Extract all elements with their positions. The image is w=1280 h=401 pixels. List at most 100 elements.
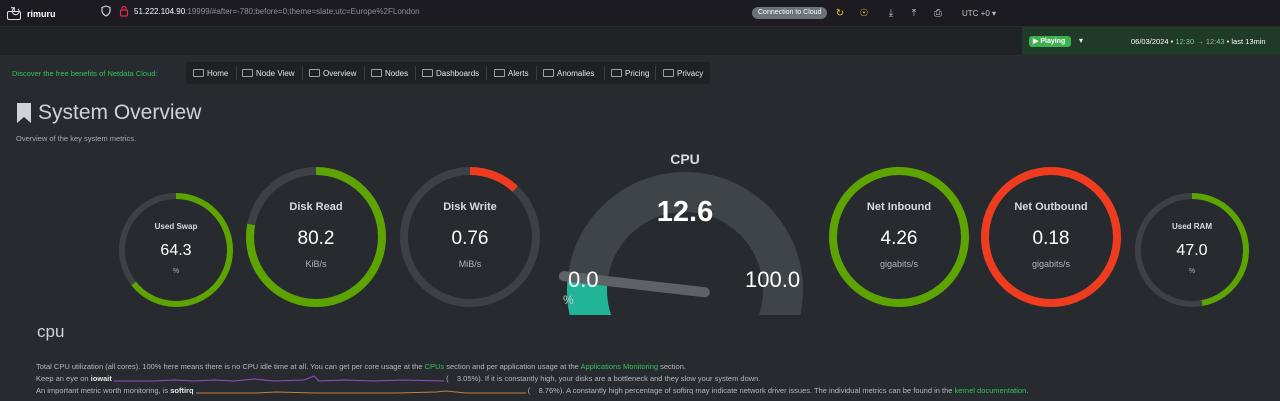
- gauge-unit: gigabits/s: [1031, 259, 1071, 269]
- gauge-disk-write[interactable]: Disk Write 0.76 MiB/s: [400, 167, 540, 307]
- desc-text: Keep an eye on: [36, 374, 91, 383]
- gauge-label: Used RAM: [1171, 222, 1212, 231]
- iowait-value: 3.05%: [456, 374, 479, 383]
- nav-anomalies-label: Anomalies: [557, 69, 595, 78]
- nav-divider: [536, 66, 537, 80]
- nav-anomalies[interactable]: Anomalies: [543, 69, 594, 78]
- gauge-net-outbound[interactable]: Net Outbound 0.18 gigabits/s: [981, 167, 1121, 307]
- desc-text: ). A constantly high percentage of softi…: [559, 386, 955, 395]
- iowait-label: iowait: [90, 374, 112, 383]
- time-range: last 13min: [1231, 37, 1266, 46]
- gauge-used-swap[interactable]: Used Swap 64.3 %: [119, 193, 233, 307]
- bookmark-icon: [17, 103, 31, 123]
- play-status-button[interactable]: ▶ Playing: [1029, 36, 1072, 47]
- gauge-value: 47.0: [1176, 242, 1208, 259]
- anomalies-icon: [543, 69, 554, 77]
- gauge-unit: %: [1188, 268, 1196, 275]
- nav-overview[interactable]: Overview: [309, 69, 356, 78]
- softirq-value: 8.76%: [538, 386, 560, 395]
- nav-privacy[interactable]: Privacy: [663, 69, 703, 78]
- browser-url-bar: ↻ 51.222.104.90:19999/#after=-780;before…: [0, 0, 1280, 26]
- page-subtitle: Overview of the key system metrics.: [16, 134, 137, 143]
- nav-divider: [415, 66, 416, 80]
- applications-monitoring-link[interactable]: Applications Monitoring: [581, 362, 659, 371]
- lightbulb-icon[interactable]: ☉: [857, 7, 871, 21]
- gauge-label: Disk Write: [443, 201, 497, 213]
- cpu-description-line: Total CPU utilization (all cores). 100% …: [36, 362, 686, 371]
- insecure-lock-icon[interactable]: [119, 5, 129, 17]
- nav-node-view-label: Node View: [256, 69, 295, 78]
- nav-alerts-label: Alerts: [508, 69, 529, 78]
- url-field[interactable]: 51.222.104.90:19999/#after=-780;before=0…: [134, 7, 420, 16]
- nav-nodes-label: Nodes: [385, 69, 409, 78]
- gauge-unit: gigabits/s: [879, 259, 919, 269]
- download-icon[interactable]: ⤓: [884, 7, 898, 21]
- iowait-description-line: Keep an eye on iowait ( 3.05%). If it is…: [36, 374, 761, 383]
- bell-icon: [494, 69, 505, 77]
- gauge-unit: MiB/s: [458, 259, 482, 269]
- hostname[interactable]: rimuru: [27, 9, 56, 19]
- gauge-net-inbound[interactable]: Net Inbound 4.26 gigabits/s: [829, 167, 969, 307]
- play-status-label: Playing: [1040, 38, 1066, 45]
- nav-alerts[interactable]: Alerts: [494, 69, 528, 78]
- overview-icon: [309, 69, 320, 77]
- gauge-value: 0.18: [1032, 228, 1070, 249]
- play-options-caret-icon[interactable]: ▾: [1079, 36, 1083, 45]
- nav-overview-label: Overview: [323, 69, 357, 78]
- section-title: cpu: [37, 322, 65, 341]
- gauge-disk-read[interactable]: Disk Read 80.2 KiB/s: [246, 167, 386, 307]
- gauge-value: 4.26: [880, 228, 918, 249]
- date-range-picker[interactable]: 06/03/2024 • 12:30 → 12:43 • last 13min: [1131, 37, 1266, 46]
- iowait-sparkline[interactable]: [114, 374, 444, 382]
- gauge-label: Net Outbound: [1014, 201, 1088, 213]
- page-title: System Overview: [38, 101, 202, 124]
- desc-text: section and per application usage at the: [444, 362, 581, 371]
- nav-home-label: Home: [207, 69, 229, 78]
- timezone-selector[interactable]: UTC +0 ▾: [962, 9, 996, 18]
- gauge-unit: %: [172, 268, 180, 275]
- time-from: 12:30: [1175, 37, 1195, 46]
- gauge-unit: KiB/s: [305, 259, 327, 269]
- softirq-label: softirq: [170, 386, 194, 395]
- date-label: 06/03/2024: [1131, 37, 1169, 46]
- desc-text: An important metric worth monitoring, is: [36, 386, 171, 395]
- gauge-label: Disk Read: [289, 201, 343, 213]
- print-icon[interactable]: ⎙: [931, 7, 945, 21]
- desc-text: Total CPU utilization (all cores). 100% …: [36, 362, 425, 371]
- nav-dashboards[interactable]: Dashboards: [422, 69, 479, 78]
- netdata-logo-icon[interactable]: [7, 11, 21, 20]
- nav-nodes[interactable]: Nodes: [371, 69, 408, 78]
- kernel-documentation-link[interactable]: kernel documentation: [955, 386, 1027, 395]
- refresh-icon[interactable]: ↻: [833, 7, 847, 21]
- nav-divider: [236, 66, 237, 80]
- nav-divider: [364, 66, 365, 80]
- nav-divider: [655, 66, 656, 80]
- gauge-label: Net Inbound: [866, 201, 932, 213]
- cpu-gauge-min: 0.0: [568, 267, 599, 292]
- gauge-used-ram[interactable]: Used RAM 47.0 %: [1135, 193, 1249, 307]
- nav-node-view[interactable]: Node View: [242, 69, 295, 78]
- softirq-description-line: An important metric worth monitoring, is…: [36, 386, 1029, 395]
- desc-text: ). If it is constantly high, your disks …: [478, 374, 761, 383]
- nav-divider: [486, 66, 487, 80]
- desc-text: .: [1026, 386, 1029, 395]
- softirq-sparkline[interactable]: [195, 386, 526, 394]
- cpus-link[interactable]: CPUs: [425, 362, 445, 371]
- url-host: 51.222.104.90: [134, 7, 186, 16]
- nav-divider: [604, 66, 605, 80]
- privacy-icon: [663, 69, 674, 77]
- nav-privacy-label: Privacy: [677, 69, 704, 78]
- desc-text: section.: [658, 362, 686, 371]
- node-view-icon: [242, 69, 253, 77]
- nav-pricing-label: Pricing: [625, 69, 650, 78]
- url-path: :19999/#after=-780;before=0;theme=slate;…: [185, 7, 420, 16]
- gauge-label: Used Swap: [154, 222, 198, 231]
- nav-pricing[interactable]: Pricing: [611, 69, 649, 78]
- connect-to-cloud-button[interactable]: Connection to Cloud: [752, 7, 828, 19]
- upload-icon[interactable]: ⤒: [907, 7, 921, 21]
- shield-icon[interactable]: [101, 5, 111, 17]
- home-icon: [193, 69, 204, 77]
- gauge-value: 80.2: [297, 228, 335, 249]
- nav-home[interactable]: Home: [193, 69, 228, 78]
- discover-cloud-text: Discover the free benefits of Netdata Cl…: [12, 69, 158, 78]
